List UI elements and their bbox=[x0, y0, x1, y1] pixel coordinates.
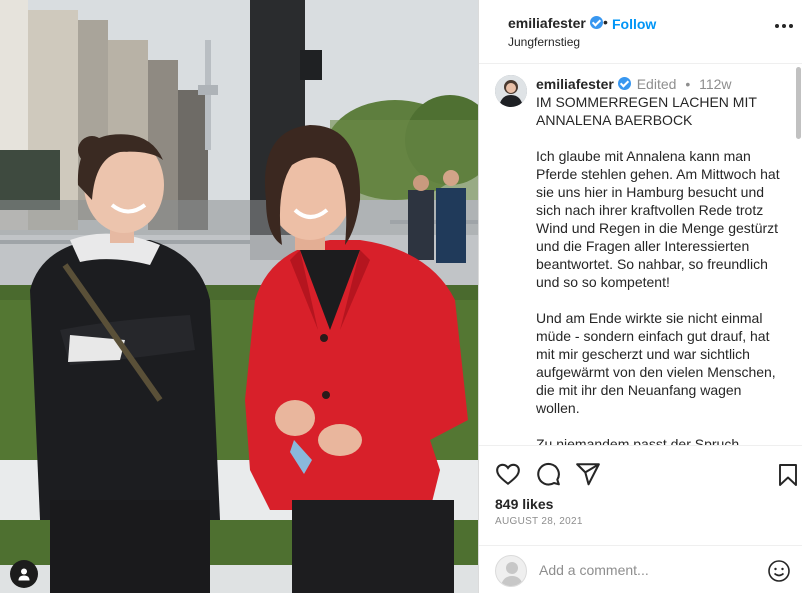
default-avatar-icon bbox=[501, 562, 523, 586]
header-username-link[interactable]: emiliafester bbox=[508, 15, 603, 31]
post-header: emiliafester • Follow Jungfernstieg bbox=[479, 0, 802, 64]
share-icon[interactable] bbox=[575, 461, 601, 487]
comment-icon[interactable] bbox=[535, 461, 561, 487]
person-icon bbox=[18, 568, 30, 581]
comment-bar bbox=[479, 545, 802, 593]
caption-paragraph-3: Zu niemandem passt der Spruch bbox=[536, 436, 740, 445]
tagged-users-button[interactable] bbox=[10, 560, 38, 588]
post-photo[interactable] bbox=[0, 0, 478, 593]
emoji-icon[interactable] bbox=[767, 559, 791, 583]
more-horizontal-icon[interactable] bbox=[775, 24, 795, 30]
caption-verified-badge-icon bbox=[617, 77, 631, 90]
caption-paragraph-1: Ich glaube mit Annalena kann man Pferde … bbox=[536, 148, 780, 290]
caption-title: IM SOMMERREGEN LACHEN MIT ANNALENA BAERB… bbox=[536, 94, 757, 128]
photo-image bbox=[0, 0, 478, 593]
post-side-panel: emiliafester • Follow Jungfernstieg emil… bbox=[478, 0, 802, 593]
post-age[interactable]: 112w bbox=[699, 76, 731, 92]
bookmark-icon[interactable] bbox=[777, 463, 799, 487]
post-date: AUGUST 28, 2021 bbox=[495, 516, 583, 527]
current-user-avatar bbox=[495, 555, 527, 587]
verified-badge-icon bbox=[589, 16, 603, 29]
follow-button[interactable]: Follow bbox=[612, 16, 656, 32]
caption-separator: • bbox=[685, 76, 691, 92]
header-username: emiliafester bbox=[508, 15, 586, 31]
edited-label: Edited bbox=[636, 76, 677, 92]
caption-text: IM SOMMERREGEN LACHEN MIT ANNALENA BAERB… bbox=[536, 93, 786, 445]
caption-header: emiliafester Edited • 112w bbox=[536, 76, 732, 92]
caption-username[interactable]: emiliafester bbox=[536, 76, 614, 92]
caption-scroll-area[interactable]: emiliafester Edited • 112w IM SOMMERREGE… bbox=[479, 65, 802, 445]
caption-paragraph-2: Und am Ende wirkte sie nicht einmal müde… bbox=[536, 310, 776, 416]
comment-input[interactable] bbox=[539, 558, 749, 582]
caption-avatar[interactable] bbox=[495, 75, 527, 107]
caption-scrollbar[interactable] bbox=[796, 67, 801, 139]
header-dot: • bbox=[603, 14, 608, 30]
likes-count[interactable]: 849 likes bbox=[495, 496, 553, 512]
location-link[interactable]: Jungfernstieg bbox=[508, 35, 580, 49]
avatar-image bbox=[495, 75, 527, 107]
heart-icon[interactable] bbox=[495, 461, 521, 487]
